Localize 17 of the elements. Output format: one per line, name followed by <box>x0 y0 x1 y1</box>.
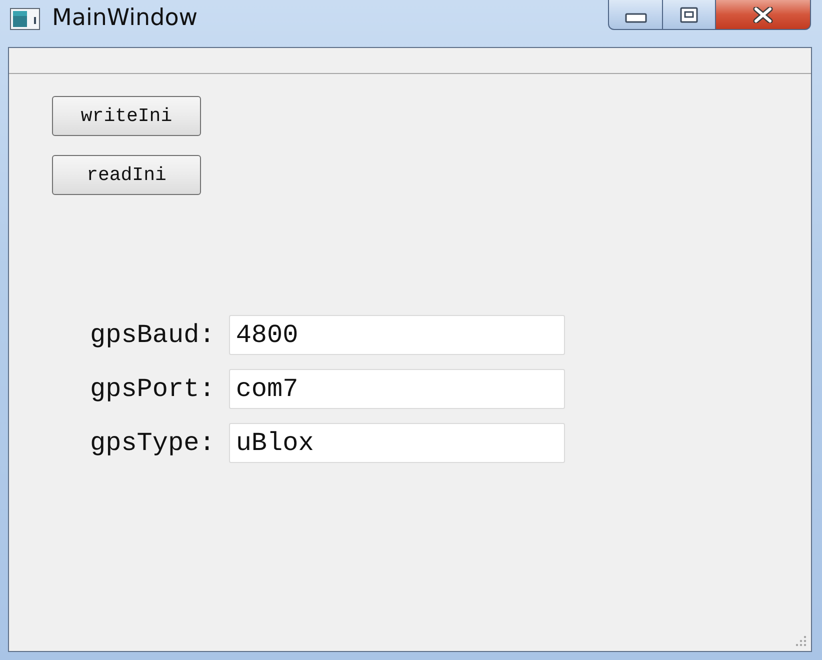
app-window-icon <box>10 8 40 30</box>
maximize-button[interactable] <box>663 0 716 30</box>
close-button[interactable] <box>716 0 811 30</box>
window-title: MainWindow <box>52 4 198 32</box>
field-label: gpsPort: <box>90 374 215 404</box>
maximize-icon <box>680 6 698 22</box>
close-icon <box>753 6 773 22</box>
push-button[interactable]: readIni <box>52 155 201 195</box>
text-field[interactable]: com7 <box>228 369 565 409</box>
minimize-icon <box>624 12 646 24</box>
minimize-button[interactable] <box>608 0 663 30</box>
text-field[interactable]: 4800 <box>228 315 565 355</box>
text-field[interactable]: uBlox <box>228 423 565 463</box>
push-button[interactable]: writeIni <box>52 96 201 136</box>
size-grip-icon[interactable] <box>795 635 807 647</box>
field-label: gpsBaud: <box>90 320 215 350</box>
field-label: gpsType: <box>90 428 215 458</box>
